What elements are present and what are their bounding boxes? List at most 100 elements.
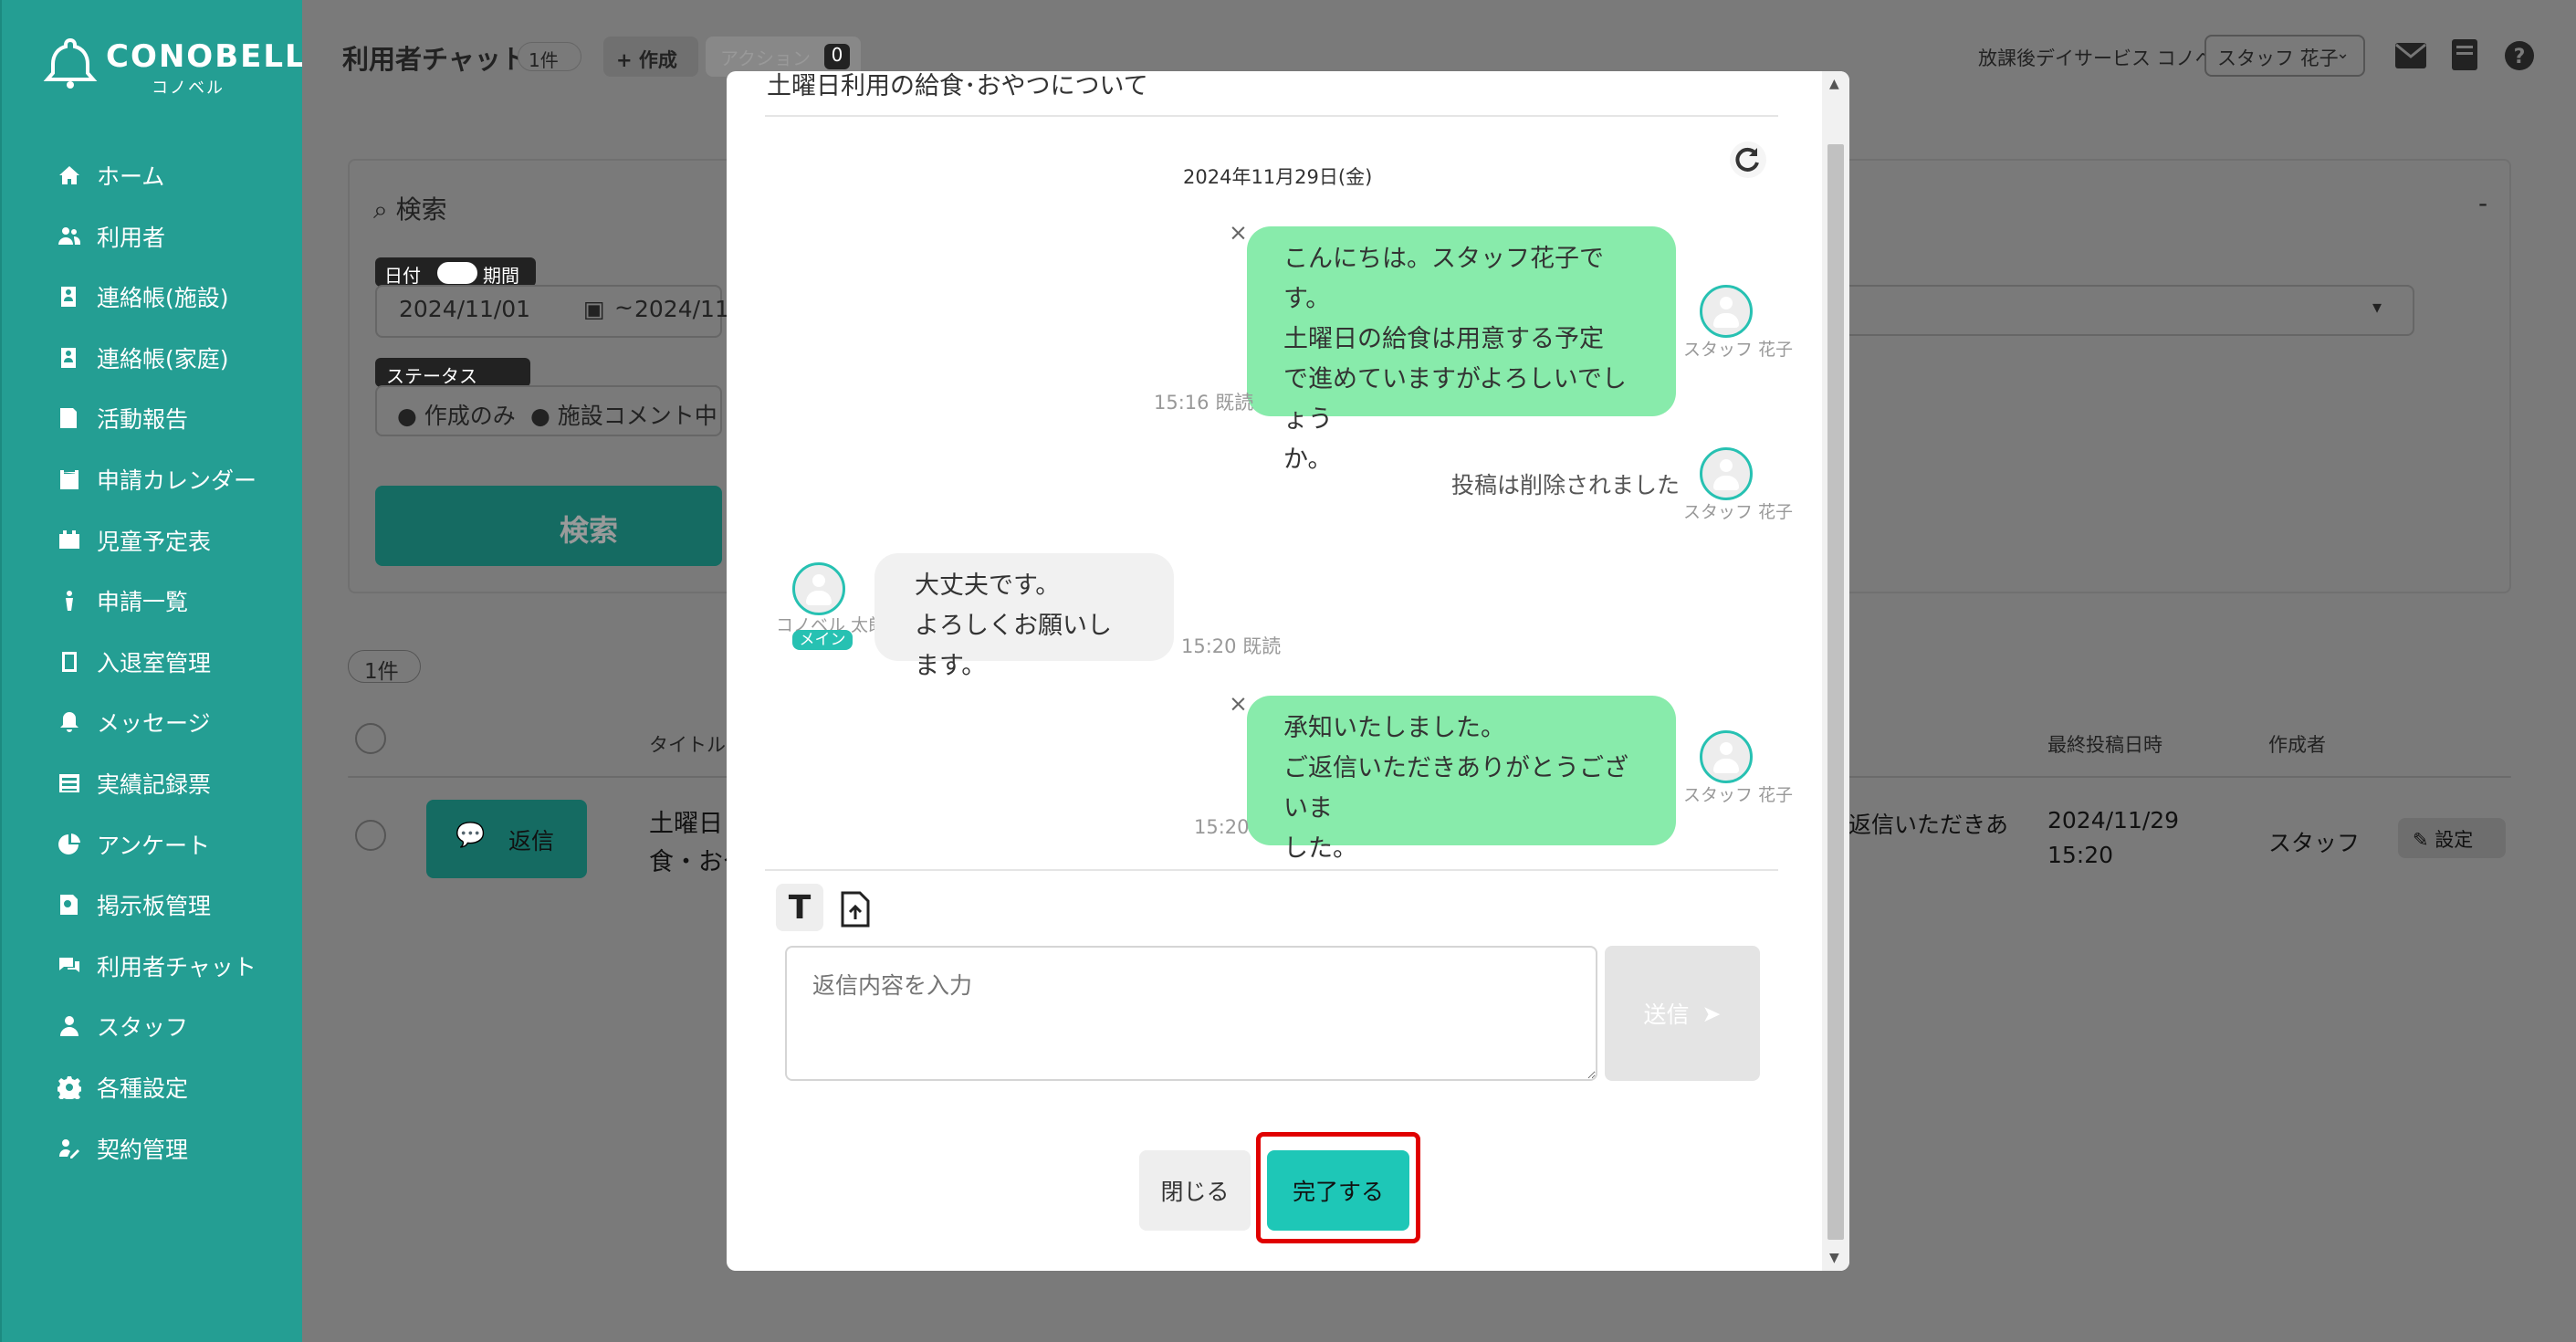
msg3-line: よろしくお願いします。: [915, 612, 1112, 680]
sidebar-item-label: 連絡帳(施設): [97, 285, 229, 312]
search-button-label: 検索: [560, 513, 619, 548]
collapse-toggle[interactable]: -: [2478, 188, 2487, 218]
chat-modal: 土曜日利用の給食･おやつについて 2024年11月29日(金) × こんにちは。…: [727, 71, 1849, 1271]
refresh-icon[interactable]: [1729, 141, 1767, 179]
sidebar-item-label: 連絡帳(家庭): [97, 345, 229, 372]
sidebar-item-4[interactable]: 連絡帳(家庭): [57, 338, 229, 378]
app-logo[interactable]: CONOBELL コノベル: [42, 31, 305, 98]
msg4-line: した。: [1283, 834, 1357, 863]
action-count: 0: [824, 44, 850, 69]
sidebar-item-3[interactable]: 連絡帳(施設): [57, 277, 229, 317]
logo-name: CONOBELL: [106, 38, 307, 75]
sidebar-item-8[interactable]: 申請一覧: [57, 581, 188, 621]
sidebar-item-label: 活動報告: [97, 406, 189, 434]
sidebar-item-label: 児童予定表: [97, 528, 212, 555]
contact-book-icon: [57, 345, 82, 371]
delete-message-1[interactable]: ×: [1229, 219, 1248, 246]
sidebar-item-7[interactable]: 児童予定表: [57, 520, 211, 561]
chevron-down-icon: ⌄: [2336, 44, 2351, 63]
schedule-icon: [57, 528, 82, 553]
home-icon: [57, 163, 82, 188]
status-opt-1[interactable]: ● 施設コメント中: [530, 398, 717, 431]
col-title[interactable]: タイトル: [649, 730, 726, 758]
sidebar-item-label: ホーム: [97, 163, 165, 190]
survey-icon: [57, 832, 82, 857]
sidebar-item-11[interactable]: 実績記録票: [57, 763, 211, 803]
msg1-line: で進めていますがよろしいでしょう: [1283, 365, 1627, 434]
contract-icon: [57, 1136, 82, 1161]
sender-name: スタッフ 花子: [1683, 340, 1794, 360]
sidebar-item-9[interactable]: 入退室管理: [57, 642, 211, 682]
complete-button[interactable]: 完了する: [1267, 1150, 1409, 1231]
search-button[interactable]: [375, 486, 722, 566]
user-select-label: スタッフ 花子: [2217, 47, 2339, 69]
sidebar-item-label: 利用者チャット: [97, 953, 257, 980]
sidebar-item-1[interactable]: ホーム: [57, 155, 164, 195]
board-icon: [57, 892, 82, 917]
date-to-input[interactable]: 2024/11/: [634, 296, 737, 322]
date-from-input[interactable]: 2024/11/01: [399, 296, 530, 322]
send-button[interactable]: 送信 ➤: [1605, 946, 1760, 1081]
modal-scrollbar[interactable]: ▲ ▼: [1822, 71, 1849, 1271]
request-list-icon: [57, 588, 82, 613]
date-toggle-label: 日付: [384, 265, 421, 287]
action-label: アクション: [720, 47, 811, 69]
date-header: 2024年11月29日(金): [1183, 166, 1373, 188]
filter-select[interactable]: [1788, 285, 2414, 336]
reply-button[interactable]: [426, 800, 587, 878]
help-icon[interactable]: ?: [2504, 40, 2535, 71]
msg1-line: 土曜日の給食は用意する予定: [1283, 325, 1604, 353]
sidebar-item-16[interactable]: 各種設定: [57, 1067, 188, 1107]
sidebar-item-12[interactable]: アンケート: [57, 824, 210, 865]
settings-label: 設定: [2435, 829, 2474, 851]
search-icon: ⌕: [373, 194, 388, 225]
scroll-down-arrow[interactable]: ▼: [1829, 1251, 1839, 1265]
file-upload-icon[interactable]: [840, 891, 871, 928]
row-time: 15:20: [2047, 842, 2114, 868]
scrollbar-thumb[interactable]: [1827, 144, 1844, 1240]
book-icon[interactable]: [2451, 38, 2478, 71]
toggle-switch[interactable]: [437, 262, 477, 284]
chat-bubbles-icon: 💬: [456, 822, 486, 849]
sidebar-item-17[interactable]: 契約管理: [57, 1128, 188, 1169]
mail-icon[interactable]: [2394, 42, 2427, 69]
svg-text:?: ?: [2514, 46, 2526, 68]
msg4-line: ご返信いただきありがとうございま: [1283, 754, 1628, 823]
modal-title: 土曜日利用の給食･おやつについて: [767, 72, 1148, 100]
avatar: [1700, 447, 1753, 500]
range-separator: ~: [614, 294, 634, 320]
sidebar-item-10[interactable]: メッセージ: [57, 702, 211, 742]
sidebar-item-label: 各種設定: [97, 1075, 189, 1102]
sidebar-item-label: 実績記録票: [97, 771, 212, 798]
status-opt-0[interactable]: ● 作成のみ: [397, 398, 516, 431]
sidebar-item-2[interactable]: 利用者: [57, 216, 165, 257]
main-badge: メイン: [792, 630, 853, 650]
page-title: 利用者チャット: [342, 44, 528, 75]
bell-icon: [57, 709, 82, 735]
reply-label: 返信: [508, 828, 555, 854]
message-bubble-4: 承知いたしました。 ご返信いただきありがとうございま した。: [1247, 696, 1676, 863]
delete-message-4[interactable]: ×: [1229, 690, 1248, 717]
sidebar-item-6[interactable]: 申請カレンダー: [57, 459, 257, 499]
close-button[interactable]: 閉じる: [1139, 1150, 1251, 1231]
sidebar-item-label: メッセージ: [97, 710, 211, 738]
col-author[interactable]: 作成者: [2268, 730, 2326, 758]
select-all-checkbox[interactable]: [355, 723, 386, 754]
sidebar-item-5[interactable]: 活動報告: [57, 398, 188, 438]
chat-icon: [57, 953, 82, 979]
calendar-icon[interactable]: ▣: [583, 296, 605, 322]
row-checkbox[interactable]: [355, 820, 386, 851]
sidebar-item-label: 掲示板管理: [97, 893, 212, 920]
sidebar-item-13[interactable]: 掲示板管理: [57, 885, 211, 925]
text-format-icon[interactable]: T: [776, 884, 823, 931]
reply-input[interactable]: [785, 946, 1597, 1081]
col-last-post[interactable]: 最終投稿日時: [2047, 730, 2162, 758]
sidebar-item-14[interactable]: 利用者チャット: [57, 946, 257, 986]
sidebar-item-label: アンケート: [97, 832, 211, 859]
paper-plane-icon: ➤: [1702, 1000, 1722, 1027]
sidebar-item-15[interactable]: スタッフ: [57, 1006, 188, 1046]
sender-name: スタッフ 花子: [1683, 502, 1794, 522]
row-title[interactable]: 土曜日: [649, 803, 723, 839]
message-bubble-1: こんにちは。スタッフ花子です。 土曜日の給食は用意する予定 で進めていますがよろ…: [1247, 226, 1676, 474]
scroll-up-arrow[interactable]: ▲: [1829, 77, 1839, 91]
